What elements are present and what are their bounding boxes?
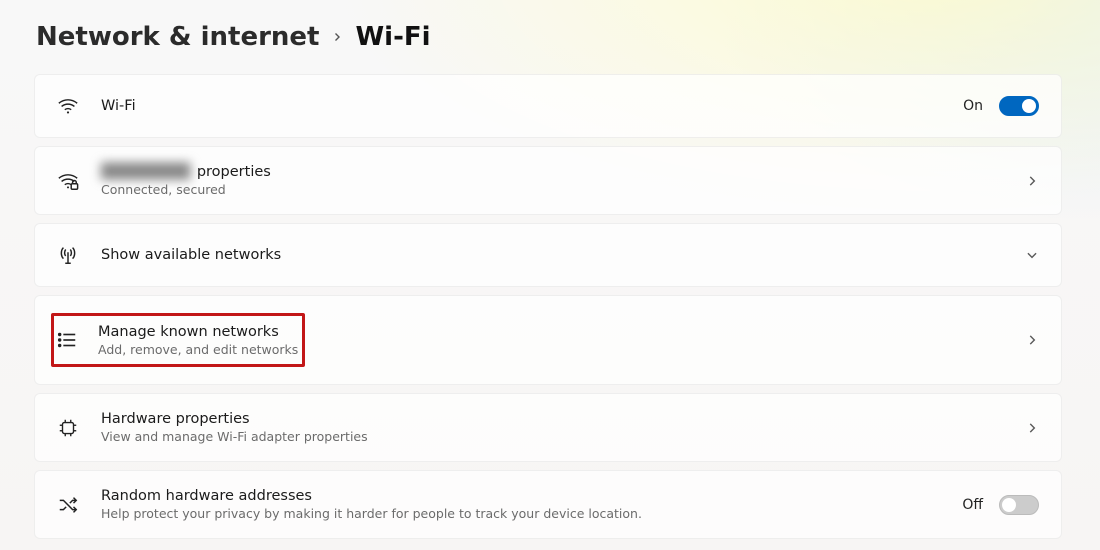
random-hw-addresses-label: Random hardware addresses <box>101 488 940 504</box>
chevron-down-icon <box>1025 248 1039 262</box>
redacted-ssid: ████████ <box>101 164 192 180</box>
breadcrumb-current: Wi-Fi <box>355 22 430 52</box>
wifi-icon <box>57 95 79 117</box>
wifi-toggle[interactable] <box>999 96 1039 116</box>
settings-panel: Wi-Fi On ████████ properties Connected, … <box>34 74 1062 539</box>
network-properties-title: ████████ properties <box>101 164 1003 180</box>
chip-icon <box>57 417 79 439</box>
hardware-properties-sub: View and manage Wi-Fi adapter properties <box>101 429 1003 444</box>
random-hw-toggle[interactable] <box>999 495 1039 515</box>
highlight-annotation: Manage known networks Add, remove, and e… <box>51 313 305 367</box>
random-hw-state-label: Off <box>962 497 983 513</box>
manage-known-networks-sub: Add, remove, and edit networks <box>98 342 298 357</box>
network-properties-row[interactable]: ████████ properties Connected, secured <box>34 146 1062 215</box>
antenna-icon <box>57 244 79 266</box>
random-hw-addresses-row[interactable]: Random hardware addresses Help protect y… <box>34 470 1062 539</box>
network-properties-sub: Connected, secured <box>101 182 1003 197</box>
manage-known-networks-row[interactable]: Manage known networks Add, remove, and e… <box>34 295 1062 385</box>
shuffle-icon <box>57 494 79 516</box>
show-available-networks-row[interactable]: Show available networks <box>34 223 1062 287</box>
wifi-secured-icon <box>57 170 79 192</box>
chevron-right-icon <box>331 31 343 43</box>
hardware-properties-label: Hardware properties <box>101 411 1003 427</box>
random-hw-addresses-sub: Help protect your privacy by making it h… <box>101 506 940 521</box>
hardware-properties-row[interactable]: Hardware properties View and manage Wi-F… <box>34 393 1062 462</box>
breadcrumb: Network & internet Wi-Fi <box>34 22 1062 52</box>
manage-known-networks-label: Manage known networks <box>98 324 298 340</box>
wifi-toggle-row[interactable]: Wi-Fi On <box>34 74 1062 138</box>
show-available-networks-label: Show available networks <box>101 247 1003 263</box>
wifi-state-label: On <box>963 98 983 114</box>
chevron-right-icon <box>1025 333 1039 347</box>
network-properties-suffix: properties <box>197 164 271 180</box>
breadcrumb-parent[interactable]: Network & internet <box>36 22 319 52</box>
chevron-right-icon <box>1025 174 1039 188</box>
wifi-label: Wi-Fi <box>101 98 941 114</box>
chevron-right-icon <box>1025 421 1039 435</box>
list-icon <box>56 329 78 351</box>
